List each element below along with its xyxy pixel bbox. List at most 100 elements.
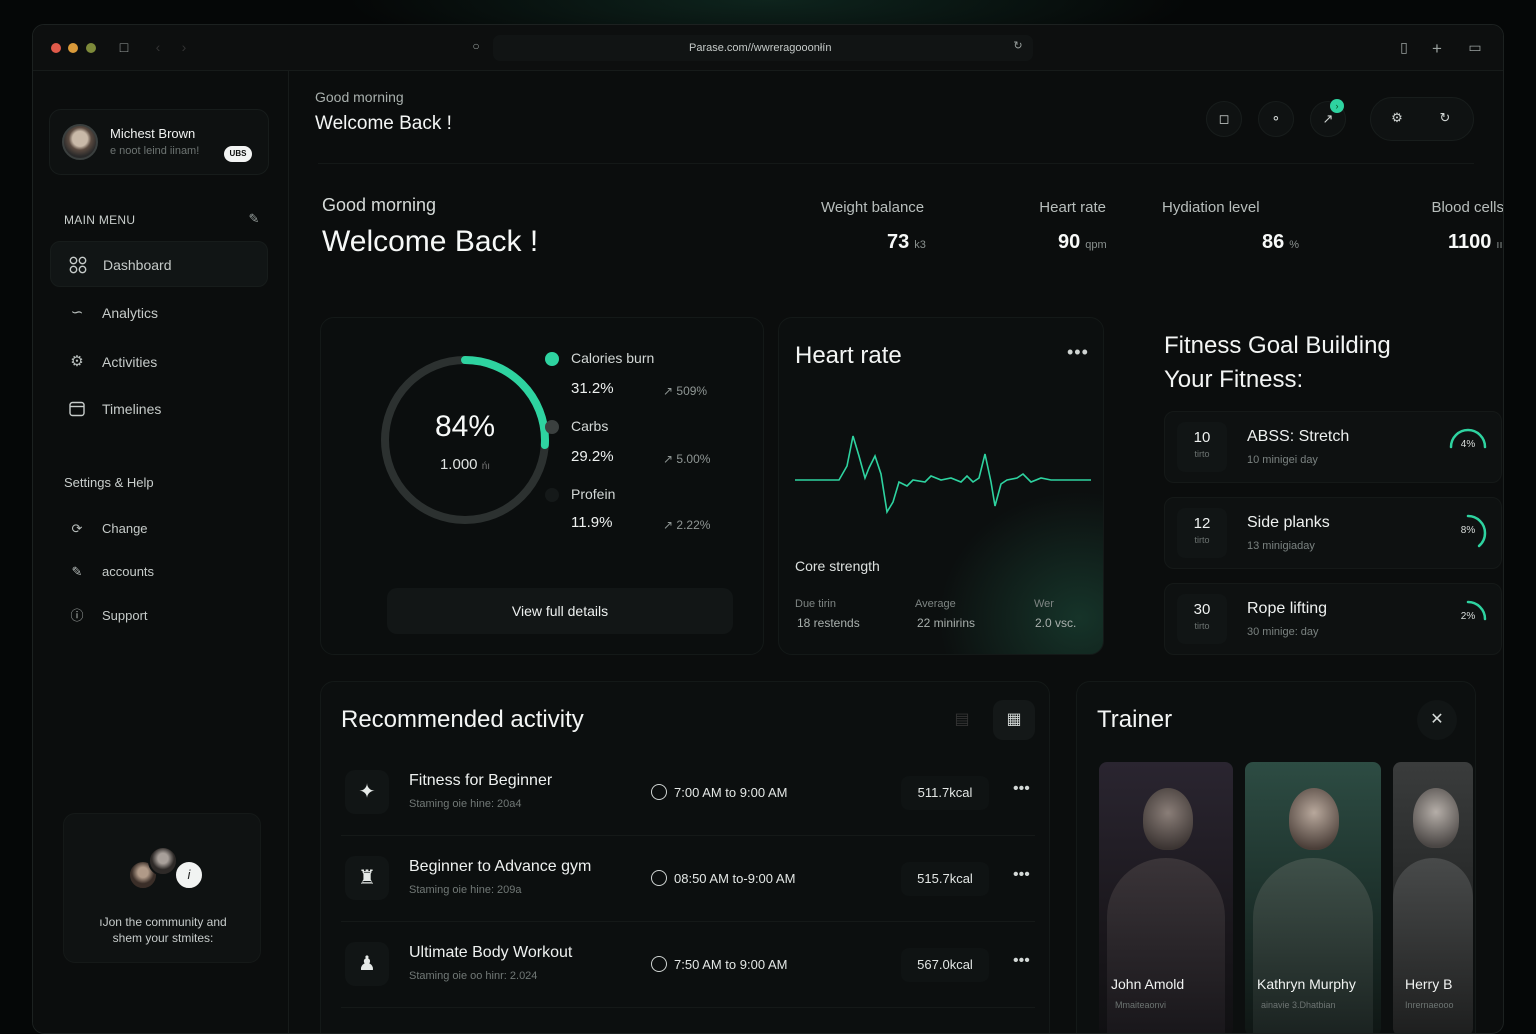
stat-blood-label: Blood cells (1431, 199, 1504, 216)
goal-count: 30 tirto (1177, 594, 1227, 644)
activity-kcal: 567.0kcal (901, 948, 989, 982)
stat-hydration-number: 86 (1262, 231, 1285, 253)
goal-item[interactable]: 10 tirto ABSS: Stretch 10 minigei day 4% (1164, 411, 1502, 483)
main-content: Good morning Welcome Back ! ◻ ⚬ ↗ › ⚙ ↻ … (290, 71, 1504, 1033)
profile-badge: UBS (224, 146, 252, 162)
minimize-window-button[interactable] (68, 43, 78, 53)
bell-icon[interactable]: ◻ (1206, 101, 1242, 137)
cs-stat-label-3: Wer (1034, 598, 1054, 610)
header-greeting: Good morning (315, 89, 404, 105)
activity-row[interactable]: ♟ Ultimate Body Workout Staming oie oo h… (341, 928, 1035, 1008)
activity-row[interactable]: ✦ Fitness for Beginner Staming oie hine:… (341, 756, 1035, 836)
gear-icon[interactable]: ⚙ (1379, 101, 1415, 137)
goal-count-number: 10 (1193, 429, 1211, 446)
legend-change-calories-value: 509% (676, 384, 708, 398)
calories-progress-label: 84% (434, 410, 496, 443)
legend-label-calories: Calories burn (571, 350, 655, 366)
sidebar-item-accounts[interactable]: ✎ accounts (50, 554, 268, 590)
trainer-photo-head (1289, 788, 1339, 850)
legend-change-carbs: ↗ 5.00% (663, 452, 711, 466)
stat-weight-label: Weight balance (821, 199, 925, 216)
share-icon[interactable]: ▯ (1395, 39, 1413, 57)
sidebar: Michest Brown е noot leind iinam! UBS MA… (33, 71, 289, 1033)
info-icon: i (174, 860, 204, 890)
calendar-icon (68, 400, 86, 418)
community-line-1: ıJon the community and (99, 915, 227, 929)
fitness-goal-title: Fitness Goal Building Your Fitness: (1164, 329, 1391, 397)
runner-icon: ✦ (345, 770, 389, 814)
stat-blood-value: 1100 ıı (1448, 231, 1503, 254)
new-tab-icon[interactable]: + (1428, 39, 1446, 58)
activity-time-text: 7:00 AM to 9:00 AM (674, 785, 788, 800)
view-full-details-button[interactable]: View full details (387, 588, 733, 634)
goal-count: 12 tirto (1177, 508, 1227, 558)
more-icon[interactable]: ••• (1067, 342, 1089, 363)
goal-subtitle: 10 minigei day (1247, 454, 1318, 466)
activity-row[interactable]: ♜ Beginner to Advance gym Staming oie hi… (341, 842, 1035, 922)
cs-stat-value-2: 22 minirins (917, 616, 976, 630)
main-menu-label: MAIN MENU (64, 213, 136, 227)
clock-icon (651, 956, 667, 972)
sidebar-toggle-icon[interactable]: □ (115, 39, 133, 57)
chat-icon[interactable]: ⚬ (1258, 101, 1294, 137)
sidebar-item-label: Dashboard (103, 257, 172, 273)
sidebar-item-analytics[interactable]: ∽ Analytics (50, 290, 268, 336)
heart-rate-card: Heart rate ••• Core strength Due tirin 1… (778, 317, 1104, 655)
recommended-activity-card: Recommended activity ▤ ▦ ✦ Fitness for B… (320, 681, 1050, 1033)
more-icon[interactable]: ••• (1013, 780, 1030, 798)
trainer-profile-card[interactable]: John Amold Mmaiteaonvi (1099, 762, 1233, 1033)
avatar (62, 124, 98, 160)
trainer-profile-card[interactable]: Herry B Inrernaeooo (1393, 762, 1473, 1033)
close-window-button[interactable] (51, 43, 61, 53)
sidebar-item-activities[interactable]: ⚙ Activities (50, 339, 268, 385)
cs-stat-label-2: Average (915, 598, 956, 610)
back-icon[interactable]: ‹ (149, 39, 167, 57)
header-settings-group: ⚙ ↻ (1370, 97, 1474, 141)
sidebar-item-timelines[interactable]: Timelines (50, 386, 268, 432)
goal-count: 10 tirto (1177, 422, 1227, 472)
fitness-goal-title-line2: Your Fitness: (1164, 366, 1304, 393)
forward-icon[interactable]: › (175, 39, 193, 57)
sidebar-item-label: Analytics (102, 305, 159, 321)
stat-heart-number: 90 (1058, 231, 1081, 253)
goal-count-unit: tirto (1194, 621, 1210, 631)
sidebar-item-dashboard[interactable]: Dashboard (50, 241, 268, 287)
activity-time: 08:50 AM to-9:00 AM (651, 870, 795, 886)
activity-kcal: 515.7kcal (901, 862, 989, 896)
stat-weight-unit: k3 (914, 239, 926, 251)
close-icon[interactable]: ✕ (1417, 700, 1457, 740)
goal-count-number: 30 (1193, 601, 1211, 618)
core-strength-label: Core strength (795, 558, 880, 574)
edit-menu-icon[interactable]: ✎ (245, 211, 263, 229)
cs-stat-label-1: Due tirin (795, 598, 836, 610)
activities-icon: ⚙ (70, 353, 84, 370)
sidebar-item-support[interactable]: ⓘ Support (50, 598, 268, 634)
trainer-name: Kathryn Murphy (1257, 976, 1356, 992)
legend-dot-calories (545, 352, 559, 366)
goal-title: Rope lifting (1247, 600, 1328, 617)
trainer-card: Trainer ✕ John Amold Mmaiteaonvi Kathryn… (1076, 681, 1476, 1033)
hero-welcome: Welcome Back ! (322, 225, 539, 258)
trainer-role: ainavie 3.Dhatbian (1261, 1000, 1336, 1010)
goal-item[interactable]: 30 tirto Rope lifting 30 minige: day 2% (1164, 583, 1502, 655)
trainer-title: Trainer (1097, 706, 1173, 733)
maximize-window-button[interactable] (86, 43, 96, 53)
goal-percent: 8% (1460, 525, 1476, 536)
community-card[interactable]: i ıJon the community and shem your stmit… (63, 813, 261, 963)
sidebar-item-change[interactable]: ⟳ Change (50, 511, 268, 547)
address-bar[interactable]: Parase.com//wwreragooonłín ↻ (493, 35, 1033, 61)
community-text: ıJon the community and shem your stmites… (64, 914, 262, 946)
list-view-icon[interactable]: ▤ (941, 700, 983, 740)
more-icon[interactable]: ••• (1013, 866, 1030, 884)
trainer-profile-card[interactable]: Kathryn Murphy ainavie 3.Dhatbian (1245, 762, 1381, 1033)
tabs-icon[interactable]: ▭ (1466, 39, 1484, 57)
header-welcome: Welcome Back ! (315, 113, 452, 134)
goal-item[interactable]: 12 tirto Side planks 13 minigiaday 8% (1164, 497, 1502, 569)
profile-card[interactable]: Michest Brown е noot leind iinam! UBS (49, 109, 269, 175)
power-icon[interactable]: ↻ (1427, 101, 1463, 137)
more-icon[interactable]: ••• (1013, 952, 1030, 970)
legend-label-carbs: Carbs (571, 418, 609, 434)
reload-icon[interactable]: ↻ (1009, 39, 1027, 57)
grid-view-icon[interactable]: ▦ (993, 700, 1035, 740)
support-icon: ⓘ (70, 608, 84, 623)
